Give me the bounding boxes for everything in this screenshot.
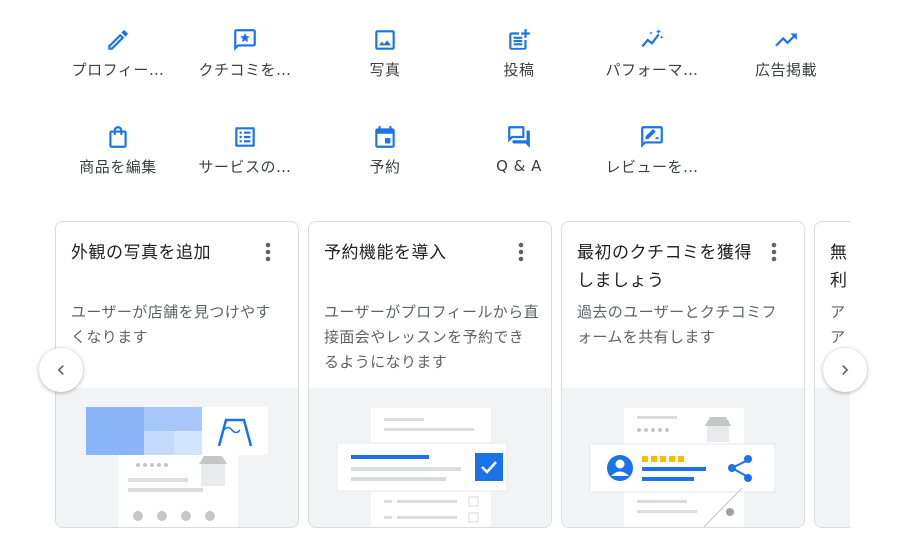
card-illustration — [562, 388, 804, 527]
photo-icon — [375, 30, 395, 50]
suggestion-carousel: 外観の写真を追加 ユーザーが店舗を見つけやすくなります 予約機能を導入 ユーザー… — [55, 221, 850, 529]
pencil-icon — [108, 30, 128, 50]
action-services[interactable]: サービスの… — [180, 124, 310, 188]
action-ads[interactable]: 広告掲載 — [721, 27, 851, 91]
action-edit-profile[interactable]: プロフィー… — [53, 27, 183, 91]
calendar-icon — [375, 126, 395, 148]
card-title: 無利 — [830, 243, 848, 291]
action-label: Q & A — [496, 157, 542, 175]
carousel-next-button[interactable] — [823, 348, 867, 392]
action-request-reviews[interactable]: レビューを… — [587, 124, 717, 188]
action-label: 商品を編集 — [79, 158, 157, 176]
action-qa[interactable]: Q & A — [454, 124, 584, 188]
more-vert-icon[interactable] — [258, 240, 278, 264]
card-description: アア — [830, 303, 846, 346]
action-booking[interactable]: 予約 — [320, 124, 450, 188]
booking-illustration — [336, 408, 508, 527]
qa-bubble-icon — [508, 126, 530, 148]
action-label: パフォーマ… — [605, 61, 699, 79]
action-label: 写真 — [369, 61, 401, 79]
rate-review-icon — [641, 126, 663, 148]
card-illustration — [56, 388, 298, 527]
action-label: 広告掲載 — [754, 61, 817, 79]
card-illustration — [309, 388, 551, 527]
carousel-prev-button[interactable] — [39, 348, 83, 392]
review-star-icon — [234, 29, 256, 51]
trending-up-icon — [775, 33, 797, 47]
card-title: 予約機能を導入 — [324, 243, 447, 263]
card-title: 最初のクチコミを獲得しましょう — [577, 243, 752, 291]
action-edit-products[interactable]: 商品を編集 — [53, 124, 183, 188]
action-performance[interactable]: パフォーマ… — [587, 27, 717, 91]
card-description: ユーザーがプロフィールから直接面会やレッスンを予約できるようになります — [324, 303, 540, 371]
action-reviews[interactable]: クチコミを… — [180, 27, 310, 91]
action-post[interactable]: 投稿 — [454, 27, 584, 91]
suggestion-card[interactable]: 予約機能を導入 ユーザーがプロフィールから直接面会やレッスンを予約できるようにな… — [308, 221, 552, 528]
action-label: 予約 — [369, 158, 401, 176]
storefront-photo-illustration — [86, 407, 268, 527]
post-add-icon — [509, 29, 530, 50]
sparkle-chart-icon — [641, 29, 664, 48]
action-label: サービスの… — [198, 158, 292, 176]
more-vert-icon[interactable] — [764, 240, 784, 264]
review-share-illustration — [589, 408, 776, 527]
action-label: 投稿 — [503, 61, 535, 79]
action-label: プロフィー… — [71, 61, 165, 79]
suggestion-card[interactable]: 最初のクチコミを獲得しましょう 過去のユーザーとクチコミフォームを共有します — [561, 221, 805, 528]
action-label: レビューを… — [605, 158, 699, 176]
service-list-icon — [235, 127, 255, 147]
more-vert-icon[interactable] — [511, 240, 531, 264]
action-photos[interactable]: 写真 — [320, 27, 450, 91]
chevron-left-icon — [57, 365, 64, 375]
suggestion-card[interactable]: 外観の写真を追加 ユーザーが店舗を見つけやすくなります — [55, 221, 299, 528]
shopping-bag-icon — [109, 126, 127, 148]
action-label: クチコミを… — [198, 61, 292, 79]
card-description: ユーザーが店舗を見つけやすくなります — [71, 303, 271, 346]
card-title: 外観の写真を追加 — [71, 243, 211, 263]
card-illustration — [815, 388, 850, 527]
card-description: 過去のユーザーとクチコミフォームを共有します — [577, 303, 777, 346]
chevron-right-icon — [842, 365, 849, 375]
